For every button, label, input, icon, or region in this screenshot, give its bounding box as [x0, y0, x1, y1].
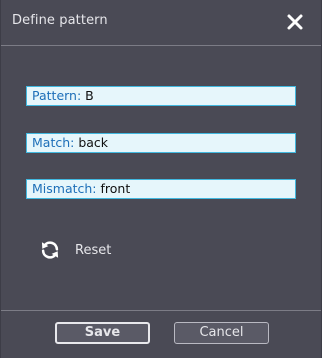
refresh-icon: [39, 239, 61, 261]
match-field-label: Match:: [32, 135, 79, 150]
mismatch-field-value: front: [100, 181, 131, 196]
mismatch-field[interactable]: Mismatch: front: [26, 179, 296, 199]
pattern-field-value: B: [85, 88, 94, 103]
reset-button[interactable]: Reset: [39, 238, 111, 262]
dialog-titlebar: Define pattern: [1, 0, 321, 45]
reset-label: Reset: [75, 242, 112, 258]
match-field[interactable]: Match: back: [26, 133, 296, 153]
close-icon[interactable]: [284, 11, 306, 33]
header-divider: [1, 45, 321, 46]
define-pattern-dialog: Define pattern Pattern: B Match: back Mi…: [0, 0, 322, 358]
match-field-value: back: [78, 135, 109, 150]
mismatch-field-label: Mismatch:: [32, 181, 101, 196]
pattern-field[interactable]: Pattern: B: [26, 86, 296, 106]
pattern-field-label: Pattern:: [32, 88, 86, 103]
dialog-title: Define pattern: [12, 13, 108, 28]
save-button[interactable]: Save: [55, 322, 150, 344]
cancel-button[interactable]: Cancel: [174, 322, 269, 344]
footer-divider: [1, 310, 321, 311]
